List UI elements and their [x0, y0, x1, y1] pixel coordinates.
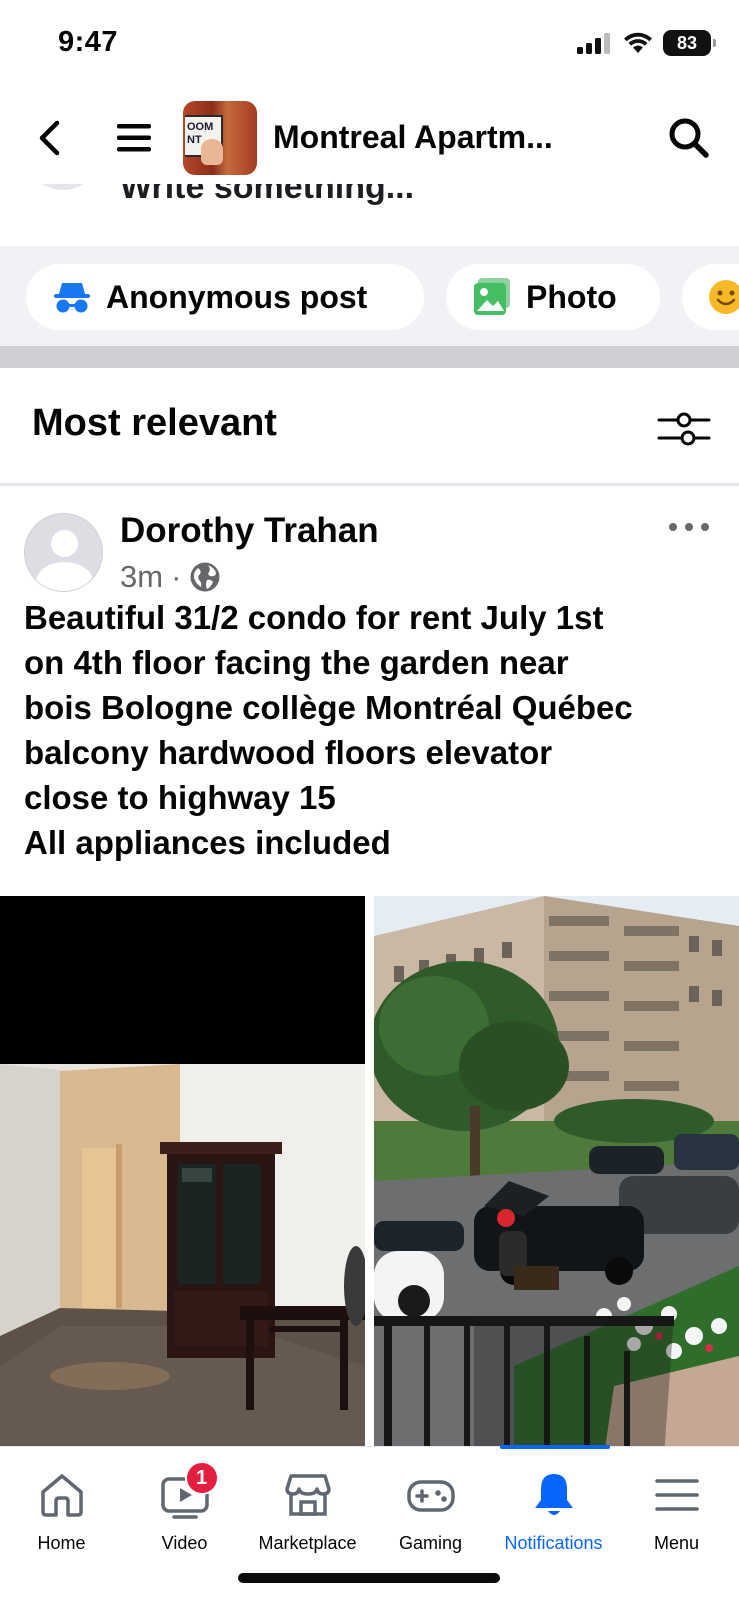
post-text: Beautiful 31/2 condo for rent July 1st o… [24, 595, 724, 865]
post-options-button[interactable] [669, 517, 709, 537]
bell-icon [526, 1467, 582, 1523]
post-meta: 3m · [120, 559, 221, 595]
avatar-body-shape [36, 562, 93, 591]
exterior-photo-illustration [374, 896, 739, 1456]
home-indicator[interactable] [238, 1573, 500, 1583]
incognito-icon [54, 283, 90, 313]
post-author[interactable]: Dorothy Trahan [120, 511, 379, 551]
status-icons: 83 [577, 30, 716, 56]
tab-home-label: Home [37, 1533, 86, 1553]
post-text-line: All appliances included [24, 824, 391, 861]
video-badge: 1 [184, 1461, 219, 1495]
post-photo-interior[interactable] [0, 896, 365, 1456]
tab-video[interactable]: 1 Video [123, 1447, 246, 1567]
group-thumbnail-hand [201, 139, 223, 165]
tab-gaming-label: Gaming [398, 1533, 463, 1553]
status-time: 9:47 [58, 26, 119, 58]
video-icon: 1 [157, 1461, 219, 1523]
tab-marketplace-label: Marketplace [258, 1533, 357, 1553]
battery-indicator: 83 [663, 30, 716, 56]
sort-bar: Most relevant [0, 368, 739, 486]
tab-notifications-label: Notifications [504, 1533, 603, 1553]
anonymous-post-button[interactable]: Anonymous post [26, 264, 424, 330]
hamburger-icon [117, 124, 151, 152]
back-button[interactable] [30, 116, 70, 160]
post-text-line: bois Bologne collège Montréal Québec [24, 689, 633, 726]
gaming-icon [403, 1467, 459, 1523]
group-header: OOM NT Montreal Apartm... [0, 92, 739, 184]
status-bar: 9:47 83 [0, 0, 739, 92]
photo-icon [474, 278, 510, 315]
more-dot-icon [701, 523, 709, 531]
smiley-icon [709, 280, 739, 314]
home-icon [34, 1467, 90, 1523]
tab-marketplace[interactable]: Marketplace [246, 1447, 369, 1567]
post-time[interactable]: 3m [120, 559, 163, 595]
more-dot-icon [685, 523, 693, 531]
feeling-button[interactable] [682, 264, 739, 330]
author-avatar[interactable] [24, 513, 103, 592]
interior-photo-illustration [0, 896, 365, 1456]
group-menu-button[interactable] [114, 116, 154, 160]
signal-icon [577, 33, 610, 54]
app-screen: 9:47 83 Write something... OOM NT Montre… [0, 0, 739, 1600]
group-thumbnail[interactable]: OOM NT [183, 101, 257, 175]
tab-notifications[interactable]: Notifications [492, 1447, 615, 1567]
search-icon [669, 118, 709, 158]
search-button[interactable] [665, 114, 713, 162]
post-text-line: on 4th floor facing the garden near [24, 644, 569, 681]
group-title[interactable]: Montreal Apartm... [273, 112, 613, 162]
meta-separator: · [171, 559, 182, 594]
tab-video-label: Video [161, 1533, 208, 1553]
tab-home[interactable]: Home [0, 1447, 123, 1567]
tab-menu-label: Menu [653, 1533, 700, 1553]
more-dot-icon [669, 523, 677, 531]
post-text-line: close to highway 15 [24, 779, 336, 816]
photo-button[interactable]: Photo [446, 264, 660, 330]
menu-icon [649, 1467, 705, 1523]
tab-gaming[interactable]: Gaming [369, 1447, 492, 1567]
photo-label: Photo [526, 278, 617, 315]
marketplace-icon [280, 1467, 336, 1523]
post-photo-exterior[interactable] [374, 896, 739, 1456]
filter-button[interactable] [657, 406, 711, 452]
anonymous-post-label: Anonymous post [106, 278, 368, 315]
post-text-line: Beautiful 31/2 condo for rent July 1st [24, 599, 604, 636]
post-text-line: balcony hardwood floors elevator [24, 734, 553, 771]
composer-actions: Anonymous post Photo [0, 246, 739, 346]
section-divider [0, 346, 739, 368]
chevron-left-icon [39, 120, 60, 156]
avatar-head-shape [51, 530, 78, 557]
sliders-icon [657, 412, 711, 446]
sort-label: Most relevant [32, 402, 277, 444]
globe-icon [190, 562, 220, 592]
wifi-icon [624, 32, 652, 53]
tab-menu[interactable]: Menu [615, 1447, 738, 1567]
